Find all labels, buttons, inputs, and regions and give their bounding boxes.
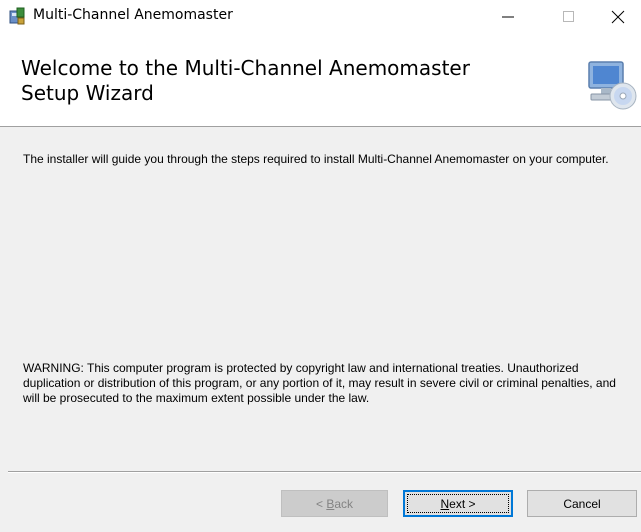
header-title-line-1: Welcome to the Multi-Channel Anemomaster xyxy=(21,56,470,80)
minimize-button[interactable] xyxy=(485,0,531,32)
back-button[interactable]: < Back xyxy=(281,490,388,517)
header-title-line-2: Setup Wizard xyxy=(21,81,154,105)
window-title: Multi-Channel Anemomaster xyxy=(33,7,233,23)
cancel-button[interactable]: Cancel xyxy=(527,490,637,517)
title-bar[interactable]: Multi-Channel Anemomaster xyxy=(0,0,641,32)
intro-text: The installer will guide you through the… xyxy=(23,152,609,166)
cancel-button-label: Cancel xyxy=(563,496,601,511)
close-icon xyxy=(611,10,625,24)
maximize-button[interactable] xyxy=(546,0,592,32)
back-button-label: < Back xyxy=(315,496,354,511)
close-button[interactable] xyxy=(595,0,641,32)
footer-divider xyxy=(8,471,641,473)
next-button[interactable]: Next > xyxy=(403,490,513,517)
copyright-warning-text: WARNING: This computer program is protec… xyxy=(23,361,616,405)
wizard-header: Welcome to the Multi-Channel Anemomaster… xyxy=(0,32,641,127)
header-title: Welcome to the Multi-Channel Anemomaster… xyxy=(21,56,541,106)
next-button-label: Next > xyxy=(440,496,476,511)
wizard-body: The installer will guide you through the… xyxy=(0,127,641,471)
maximize-icon xyxy=(563,11,574,22)
minimize-icon xyxy=(502,16,514,18)
installer-app-icon xyxy=(9,7,25,25)
computer-cd-icon xyxy=(588,61,637,110)
